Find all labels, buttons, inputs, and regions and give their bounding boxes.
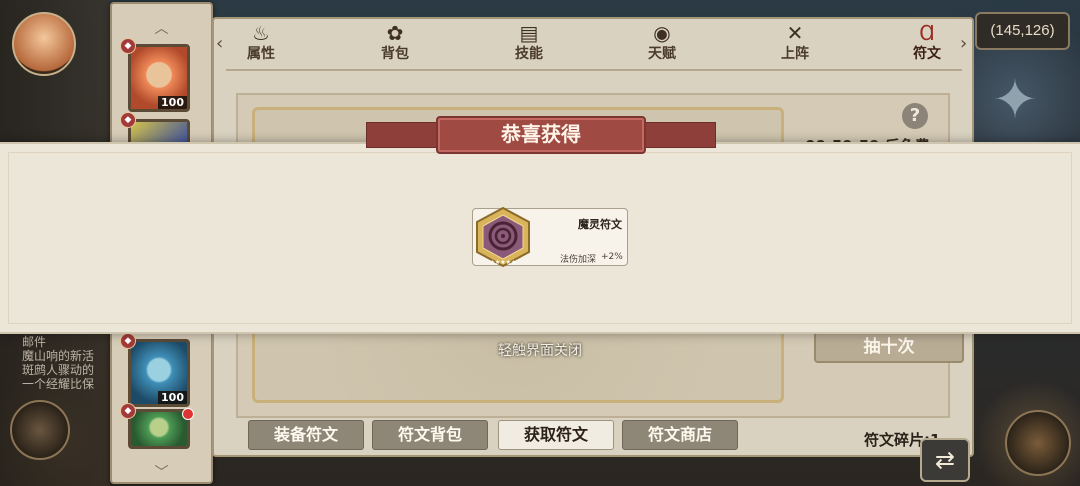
reward-title: 恭喜获得 (501, 122, 581, 146)
hero-class-badge: ◆ (120, 112, 136, 128)
reward-stat-value: +2% (601, 252, 623, 262)
rune-icon: Ɑ (919, 21, 935, 45)
hero-portrait (131, 412, 187, 446)
coordinate-readout: (145,126) (975, 12, 1070, 50)
player-avatar[interactable] (12, 12, 76, 76)
tab-scroll-right-icon[interactable]: › (960, 33, 967, 54)
svg-text:★★★★★: ★★★★★ (490, 259, 517, 266)
tab-rune-shop[interactable]: 符文商店 (622, 420, 738, 450)
tap-to-close-hint: 轻触界面关闭 (498, 343, 582, 359)
notification-dot (182, 408, 194, 420)
hero-card[interactable] (128, 409, 190, 449)
reward-stat-label: 法伤加深 (560, 255, 597, 265)
tab-runes[interactable]: Ɑ 符文 (892, 21, 962, 69)
hero-class-badge: ◆ (120, 403, 136, 419)
hero-class-badge: ◆ (120, 333, 136, 349)
hero-level: 100 (158, 391, 187, 404)
scroll-up-icon[interactable]: ︿ (112, 18, 211, 38)
crossed-swords-icon: ✕ (786, 21, 804, 45)
ribbon-right-wing (636, 122, 716, 148)
scroll-down-icon[interactable]: ﹀ (112, 462, 211, 482)
book-icon: ▤ (519, 21, 539, 45)
right-action-button[interactable] (1005, 410, 1071, 476)
backpack-icon: ✿ (386, 21, 404, 45)
tab-talents[interactable]: ◉ 天赋 (627, 21, 697, 69)
tab-scroll-left-icon[interactable]: ‹ (216, 33, 223, 54)
tab-backpack[interactable]: ✿ 背包 (360, 21, 430, 69)
tab-bar: ♨ 属性 ✿ 背包 ▤ 技能 ◉ 天赋 ✕ 上阵 Ɑ 符文 ‹ › (214, 19, 972, 71)
rune-item-icon: ★★★★★ (476, 206, 530, 268)
hero-class-badge: ◆ (120, 38, 136, 54)
left-action-button[interactable] (10, 400, 70, 460)
hero-level: 100 (158, 96, 187, 109)
chat-log: 邮件 魔山响的新活 斑鹧人骤动的 一个经耀比保 (22, 335, 95, 391)
eye-icon: ◉ (653, 21, 671, 45)
hero-card[interactable]: 100 (128, 339, 190, 407)
help-icon[interactable]: ? (902, 103, 928, 129)
tab-get-runes[interactable]: 获取符文 (498, 420, 614, 450)
tab-attributes[interactable]: ♨ 属性 (226, 21, 296, 69)
hero-card[interactable]: 100 (128, 44, 190, 112)
reward-item-name: 魔灵符文 (578, 218, 622, 231)
tab-divider (226, 69, 962, 71)
tab-deploy[interactable]: ✕ 上阵 (760, 21, 830, 69)
ribbon-left-wing (366, 122, 446, 148)
swap-arrows-icon[interactable]: ⇄ (920, 438, 970, 482)
flame-icon: ♨ (252, 21, 270, 45)
compass-icon: ✦ (992, 68, 1038, 131)
tab-skills[interactable]: ▤ 技能 (494, 21, 564, 69)
tab-rune-bag[interactable]: 符文背包 (372, 420, 488, 450)
draw-ten-button[interactable]: 抽十次 (814, 331, 964, 363)
tab-equip-runes[interactable]: 装备符文 (248, 420, 364, 450)
